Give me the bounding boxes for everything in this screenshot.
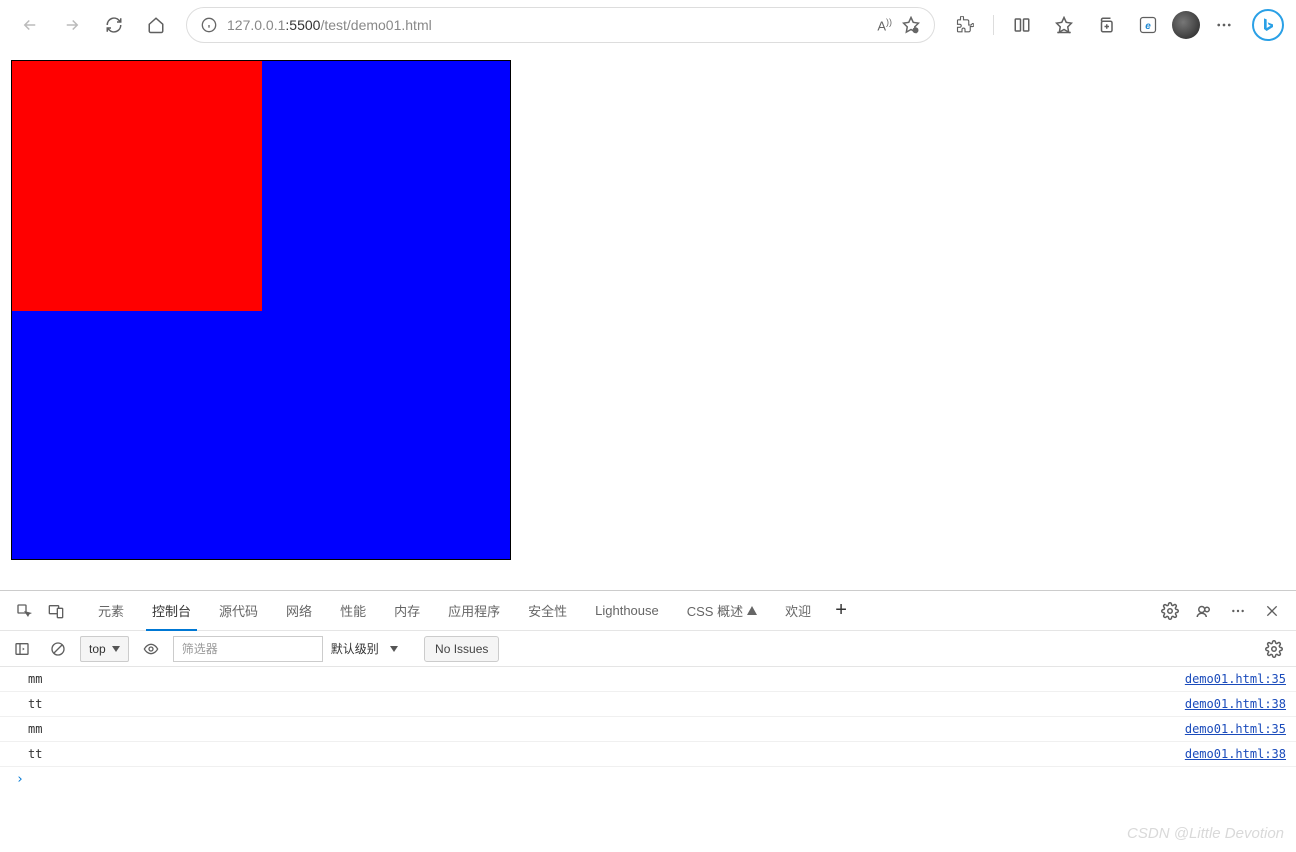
tab-memory[interactable]: 内存 bbox=[380, 591, 434, 631]
tab-security[interactable]: 安全性 bbox=[514, 591, 581, 631]
log-level-selector[interactable]: 默认级别 bbox=[331, 640, 398, 657]
back-button[interactable] bbox=[12, 7, 48, 43]
tab-application[interactable]: 应用程序 bbox=[434, 591, 514, 631]
info-icon bbox=[201, 17, 217, 33]
console-message: tt demo01.html:38 bbox=[0, 742, 1296, 767]
refresh-button[interactable] bbox=[96, 7, 132, 43]
split-screen-button[interactable] bbox=[1004, 7, 1040, 43]
svg-text:e: e bbox=[1145, 21, 1151, 32]
devtools-more-button[interactable] bbox=[1222, 595, 1254, 627]
inner-red-box bbox=[12, 61, 262, 311]
console-output: mm demo01.html:35 tt demo01.html:38 mm d… bbox=[0, 667, 1296, 767]
forward-button[interactable] bbox=[54, 7, 90, 43]
toggle-sidebar-button[interactable] bbox=[8, 635, 36, 663]
source-link[interactable]: demo01.html:38 bbox=[1185, 747, 1286, 761]
console-settings-button[interactable] bbox=[1260, 635, 1288, 663]
ie-mode-button[interactable]: e bbox=[1130, 7, 1166, 43]
filter-input[interactable] bbox=[173, 636, 323, 662]
favorite-icon[interactable]: + bbox=[902, 16, 920, 34]
profile-avatar[interactable] bbox=[1172, 11, 1200, 39]
console-toolbar: top 默认级别 No Issues bbox=[0, 631, 1296, 667]
tab-network[interactable]: 网络 bbox=[272, 591, 326, 631]
console-prompt[interactable]: › bbox=[0, 767, 1296, 792]
tab-lighthouse[interactable]: Lighthouse bbox=[581, 591, 673, 631]
live-expression-button[interactable] bbox=[137, 635, 165, 663]
tab-sources[interactable]: 源代码 bbox=[205, 591, 272, 631]
clear-console-button[interactable] bbox=[44, 635, 72, 663]
context-selector[interactable]: top bbox=[80, 636, 129, 662]
tab-elements[interactable]: 元素 bbox=[84, 591, 138, 631]
page-viewport bbox=[0, 50, 1296, 590]
devtools-settings-button[interactable] bbox=[1154, 595, 1186, 627]
outer-blue-box bbox=[11, 60, 511, 560]
feedback-button[interactable] bbox=[1188, 595, 1220, 627]
collections-button[interactable] bbox=[1088, 7, 1124, 43]
devtools-tabs: 元素 控制台 源代码 网络 性能 内存 应用程序 安全性 Lighthouse … bbox=[0, 591, 1296, 631]
console-message: mm demo01.html:35 bbox=[0, 717, 1296, 742]
add-tab-button[interactable]: + bbox=[825, 595, 857, 627]
more-button[interactable] bbox=[1206, 7, 1242, 43]
bing-button[interactable] bbox=[1252, 9, 1284, 41]
devtools-close-button[interactable] bbox=[1256, 595, 1288, 627]
url-text: 127.0.0.1:5500/test/demo01.html bbox=[227, 17, 867, 33]
console-message: mm demo01.html:35 bbox=[0, 667, 1296, 692]
devtools-panel: 元素 控制台 源代码 网络 性能 内存 应用程序 安全性 Lighthouse … bbox=[0, 590, 1296, 792]
inspect-element-button[interactable] bbox=[8, 595, 40, 627]
extensions-button[interactable] bbox=[947, 7, 983, 43]
chevron-down-icon bbox=[390, 646, 398, 652]
watermark: CSDN @Little Devotion bbox=[1127, 825, 1284, 842]
address-bar[interactable]: 127.0.0.1:5500/test/demo01.html A)) + bbox=[186, 7, 935, 43]
tab-performance[interactable]: 性能 bbox=[326, 591, 380, 631]
source-link[interactable]: demo01.html:35 bbox=[1185, 722, 1286, 736]
device-toggle-button[interactable] bbox=[40, 595, 72, 627]
svg-text:+: + bbox=[914, 29, 917, 34]
source-link[interactable]: demo01.html:38 bbox=[1185, 697, 1286, 711]
favorites-button[interactable] bbox=[1046, 7, 1082, 43]
chevron-down-icon bbox=[112, 646, 120, 652]
browser-toolbar: 127.0.0.1:5500/test/demo01.html A)) + e bbox=[0, 0, 1296, 50]
console-message: tt demo01.html:38 bbox=[0, 692, 1296, 717]
tab-css-overview[interactable]: CSS 概述 bbox=[673, 591, 771, 631]
read-aloud-icon[interactable]: A)) bbox=[877, 17, 892, 33]
separator bbox=[993, 15, 994, 35]
issues-button[interactable]: No Issues bbox=[424, 636, 499, 662]
tab-welcome[interactable]: 欢迎 bbox=[771, 591, 825, 631]
source-link[interactable]: demo01.html:35 bbox=[1185, 672, 1286, 686]
tab-console[interactable]: 控制台 bbox=[138, 591, 205, 631]
experiment-icon bbox=[747, 606, 757, 615]
home-button[interactable] bbox=[138, 7, 174, 43]
